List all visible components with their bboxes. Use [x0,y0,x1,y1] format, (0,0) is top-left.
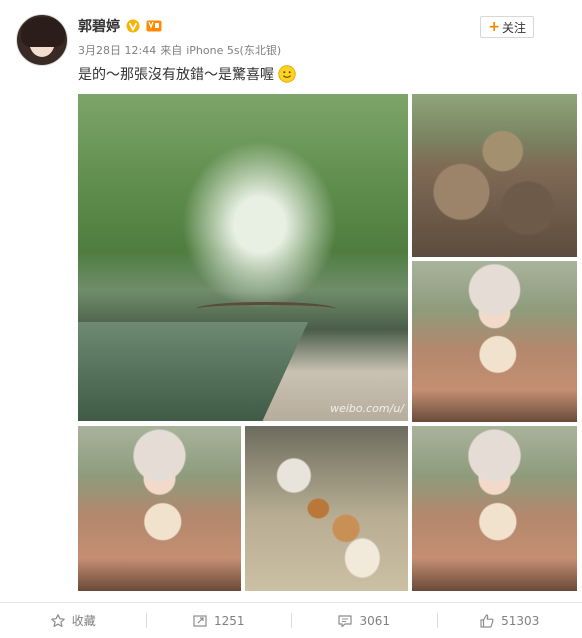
repost-count: 1251 [213,613,245,628]
photo-water-area [78,322,308,421]
photo-girl-with-dog-2[interactable] [78,426,241,591]
smile-emoji-icon [278,65,296,83]
photo-bridge [196,302,336,316]
like-count: 51303 [501,613,540,628]
vip-level-icon[interactable] [146,19,162,33]
weibo-post-card: 郭碧婷 + 关注 3月28日 12:44 来自 iPhone 5s(东北银) 是… [0,0,582,638]
comment-button[interactable]: 3061 [291,603,437,638]
user-row: 郭碧婷 [78,16,162,36]
source-prefix: 来自 [160,44,183,57]
photo-watermark: weibo.com/u/ [330,402,404,415]
post-time[interactable]: 3月28日 12:44 [78,42,156,58]
plus-icon: + [488,19,500,35]
photo-girl-with-dog-3[interactable] [412,426,577,591]
repost-button[interactable]: 1251 [145,603,292,638]
comment-icon [338,614,353,627]
follow-label: 关注 [501,20,526,35]
action-bar: 收藏 1251 3061 51303 [0,603,582,638]
follow-button[interactable]: + 关注 [480,16,534,38]
photo-girl-with-dog-1[interactable] [412,261,577,422]
username[interactable]: 郭碧婷 [78,16,120,36]
avatar[interactable] [16,14,68,66]
photo-fallen-leaves[interactable] [412,94,577,257]
favorite-button[interactable]: 收藏 [0,603,146,638]
post-meta: 3月28日 12:44 来自 iPhone 5s(东北银) [78,42,281,58]
post-source[interactable]: iPhone 5s(东北银) [186,42,281,58]
thumbs-up-icon [480,613,494,628]
like-button[interactable]: 51303 [436,603,582,638]
favorite-label: 收藏 [71,614,96,628]
post-text-content: 是的～那張沒有放錯～是驚喜喔 [78,67,274,83]
photo-tree-canal-bridge[interactable]: weibo.com/u/ [78,94,408,421]
star-icon [50,613,65,627]
post-text: 是的～那張沒有放錯～是驚喜喔 [78,64,296,84]
photo-dogs-playing[interactable] [245,426,408,591]
comment-count: 3061 [359,613,391,628]
verified-v-icon [126,19,140,33]
repost-icon [193,614,207,627]
